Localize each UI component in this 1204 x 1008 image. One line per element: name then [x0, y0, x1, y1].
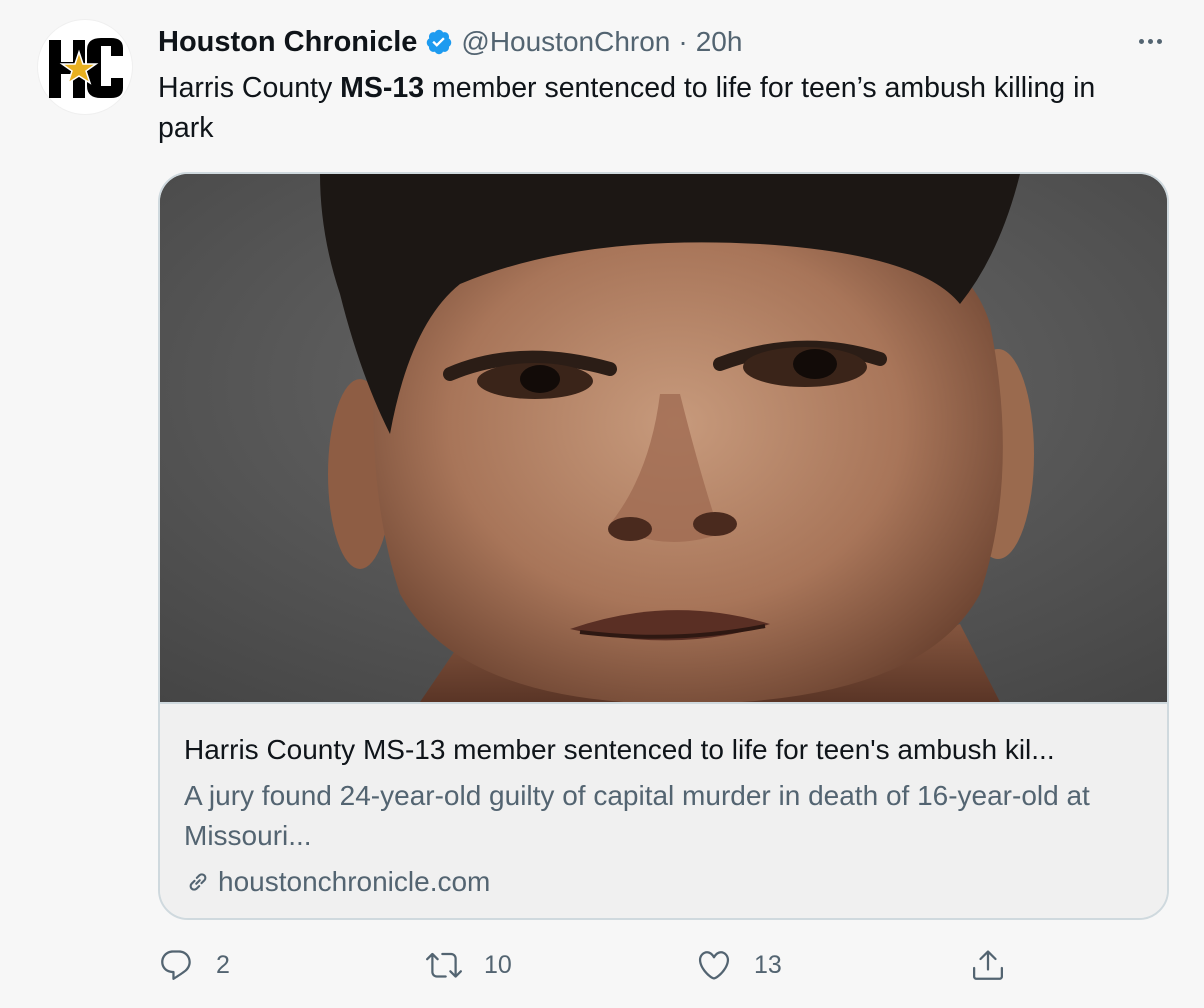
tweet-text-bold: MS-13 [340, 72, 425, 104]
tweet-text-start: Harris County [158, 72, 341, 104]
verified-badge-icon [425, 28, 453, 56]
reply-button[interactable]: 2 [158, 942, 230, 988]
reply-count: 2 [216, 950, 230, 979]
share-button[interactable] [970, 942, 1006, 988]
retweet-icon [426, 952, 462, 978]
link-icon [189, 873, 207, 891]
card-title[interactable]: Harris County MS-13 member sentenced to … [184, 730, 1144, 770]
like-button[interactable]: 13 [696, 942, 782, 988]
card-domain-text: houstonchronicle.com [218, 866, 491, 897]
retweet-button[interactable]: 10 [424, 942, 512, 988]
more-options-icon[interactable] [1132, 30, 1168, 52]
card-description: A jury found 24-year-old guilty of capit… [184, 780, 1090, 851]
reply-icon [161, 950, 191, 980]
card-domain[interactable]: houstonchronicle.com [184, 862, 490, 902]
like-icon [698, 951, 730, 980]
card-image[interactable] [160, 174, 1167, 702]
photo-illustration [160, 174, 1167, 702]
tweet-header: Houston Chronicle @HoustonChron · 20h [158, 22, 742, 62]
user-handle[interactable]: @HoustonChron [461, 26, 670, 58]
tweet-text: Harris County MS-13 member sentenced to … [158, 68, 1158, 148]
like-count: 13 [754, 950, 782, 979]
retweet-count: 10 [484, 950, 512, 979]
avatar[interactable] [38, 20, 132, 114]
card-body[interactable]: Harris County MS-13 member sentenced to … [160, 702, 1167, 918]
houston-chronicle-logo [49, 38, 123, 98]
link-card[interactable]: Harris County MS-13 member sentenced to … [158, 172, 1169, 920]
display-name[interactable]: Houston Chronicle [158, 26, 417, 59]
timestamp[interactable]: 20h [696, 26, 743, 58]
tweet-actions: 2 10 13 [158, 942, 1018, 988]
tweet[interactable]: Houston Chronicle @HoustonChron · 20h Ha… [0, 0, 1204, 1008]
separator-dot: · [678, 26, 688, 57]
share-icon [973, 950, 1003, 980]
